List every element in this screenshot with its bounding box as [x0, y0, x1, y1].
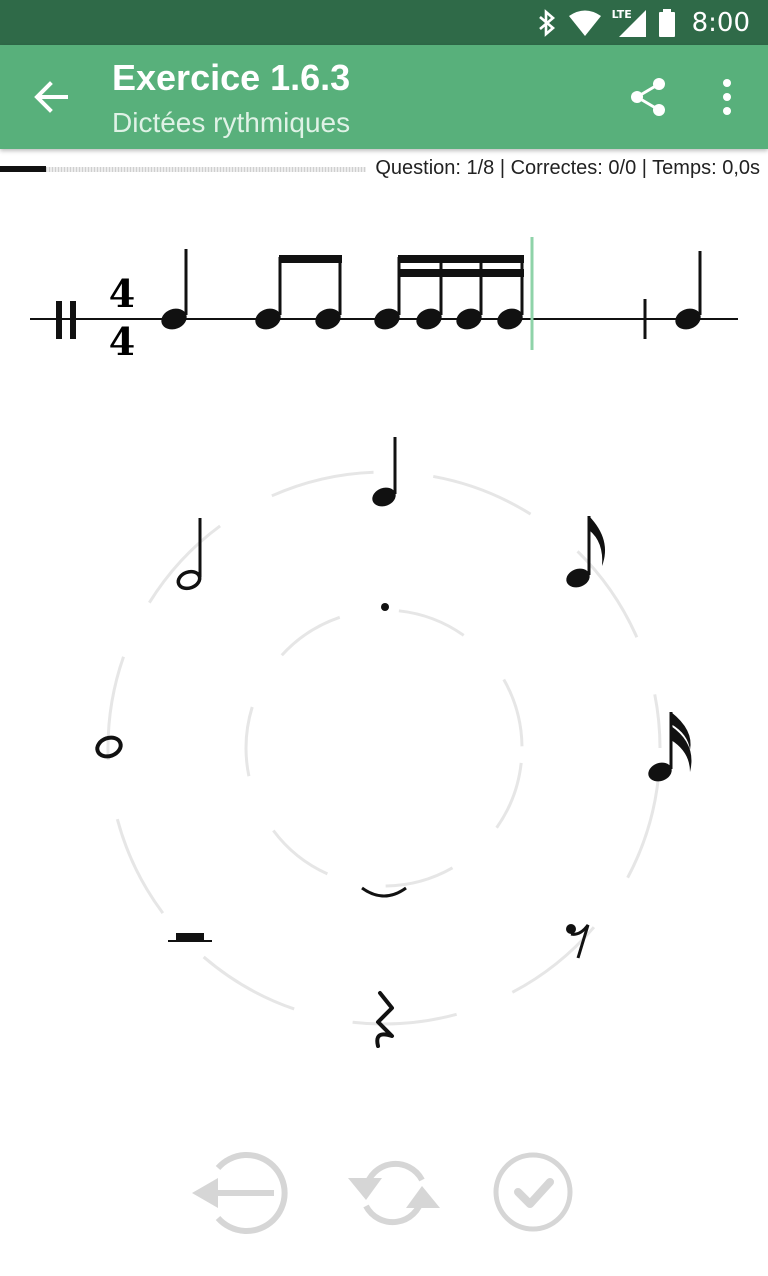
page-title: Exercice 1.6.3	[112, 57, 351, 98]
sixteenth-note-icon[interactable]	[646, 712, 692, 785]
staff-eighth-notes	[255, 255, 342, 330]
share-icon[interactable]	[626, 75, 670, 119]
more-vertical-icon[interactable]	[712, 75, 742, 119]
rhythm-staff: 4 4	[30, 237, 738, 364]
eighth-note-icon[interactable]	[564, 516, 606, 591]
clock: 8:00	[691, 7, 750, 38]
refresh-icon[interactable]	[346, 1148, 442, 1238]
staff-quarter-note-2	[675, 251, 702, 330]
inner-ring	[244, 608, 524, 888]
status-bar: LTE 8:00	[0, 0, 768, 45]
cell-signal-icon	[618, 9, 646, 37]
status-icons: LTE 8:00	[536, 0, 750, 45]
time-signature-bottom: 4	[109, 319, 135, 364]
half-rest-icon[interactable]	[168, 933, 212, 942]
time-signature-top: 4	[109, 271, 135, 316]
wifi-icon	[568, 10, 601, 36]
undo-icon[interactable]	[190, 1148, 296, 1238]
staff-quarter-note	[161, 249, 188, 330]
progress-fill	[0, 166, 46, 172]
note-palette	[95, 437, 692, 1048]
quarter-rest-icon[interactable]	[375, 991, 394, 1048]
arrow-left-icon[interactable]	[30, 75, 74, 119]
question-stats: Question: 1/8 | Correctes: 0/0 | Temps: …	[375, 157, 760, 179]
tie-modifier-icon[interactable]	[361, 886, 407, 898]
progress-track	[46, 167, 366, 172]
staff-sixteenth-notes	[374, 255, 524, 330]
exercise-progress-bar	[0, 166, 366, 174]
signal-group: LTE	[612, 8, 648, 38]
page-subtitle: Dictées rythmiques	[112, 107, 351, 138]
battery-icon	[658, 8, 675, 37]
app-bar: Exercice 1.6.3 Dictées rythmiques	[0, 45, 768, 149]
dot-modifier-icon[interactable]	[381, 603, 389, 611]
check-icon[interactable]	[490, 1148, 580, 1238]
bluetooth-icon	[538, 8, 555, 37]
